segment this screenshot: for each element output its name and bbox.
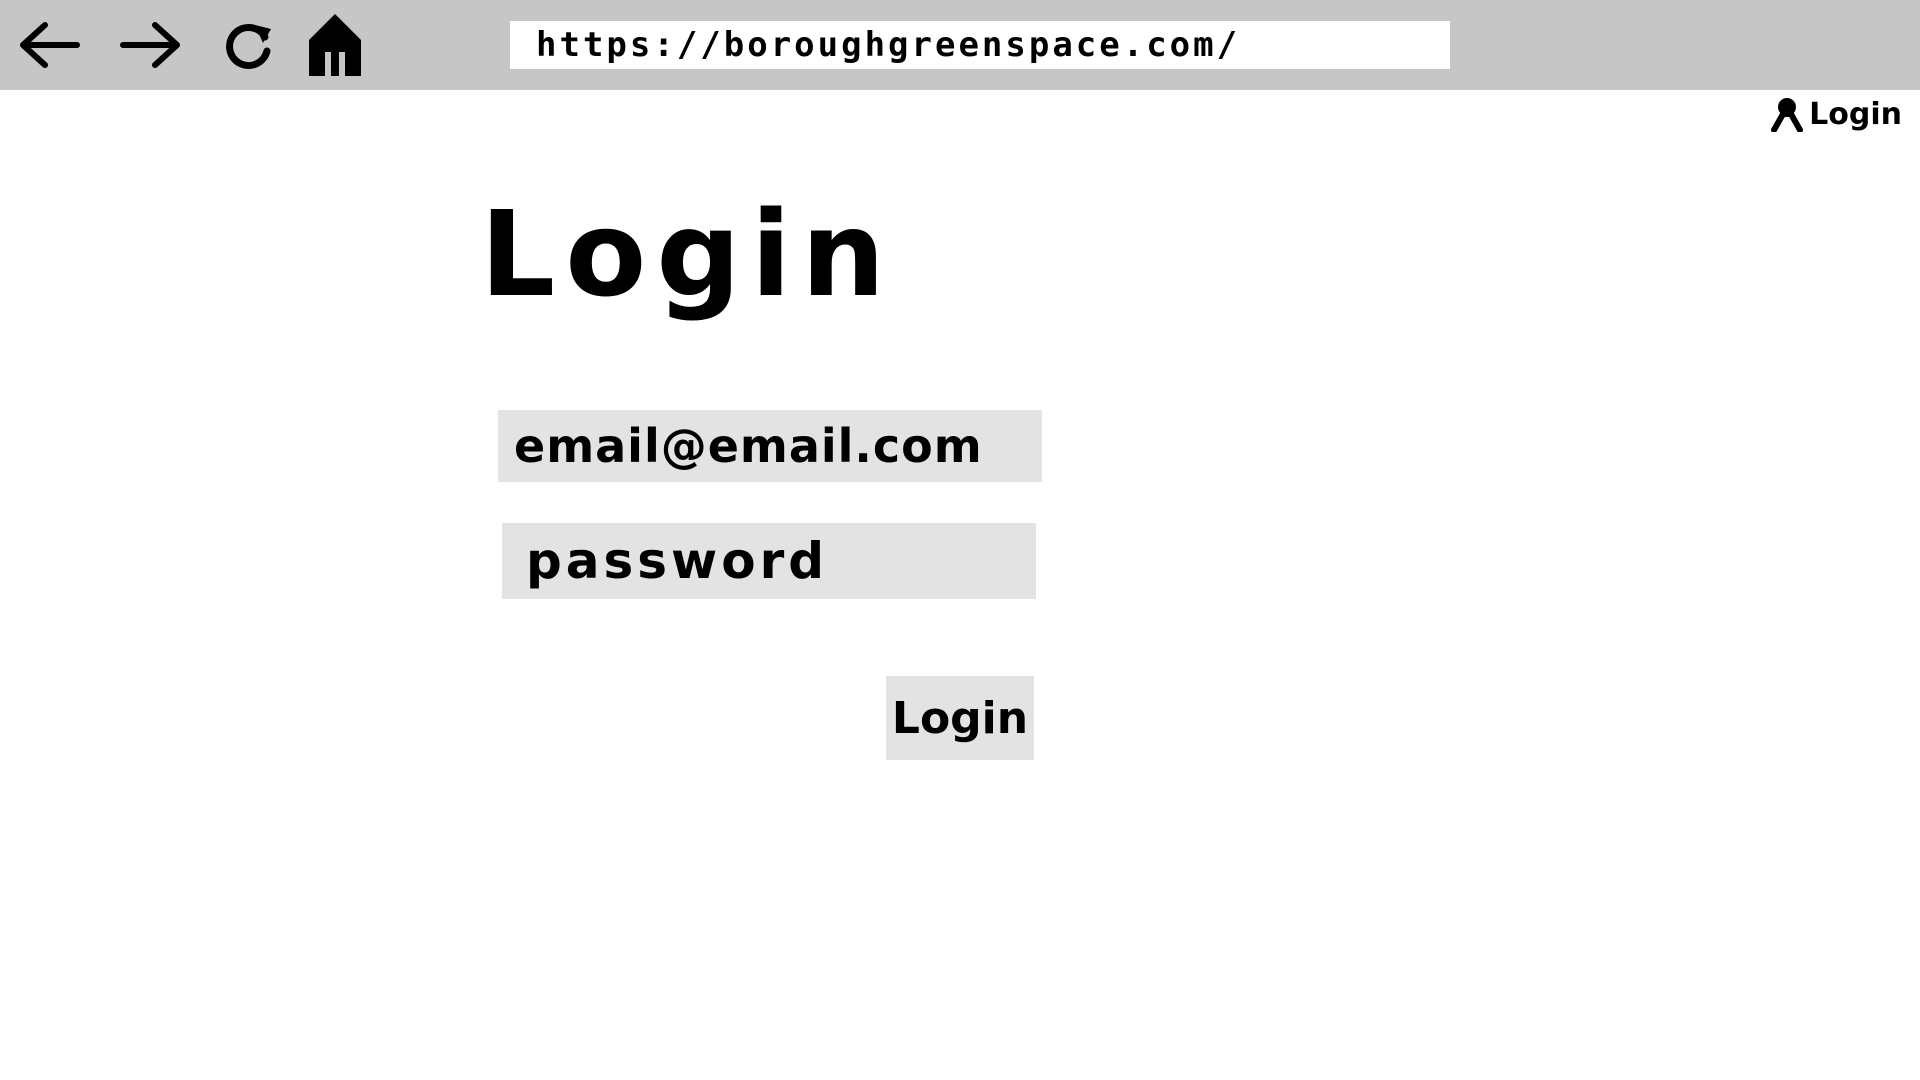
email-field-value: email@email.com: [514, 419, 983, 473]
login-submit-label: Login: [891, 692, 1029, 744]
address-bar[interactable]: https://boroughgreenspace.com/: [510, 21, 1450, 69]
login-submit-button[interactable]: Login: [886, 676, 1034, 760]
header-login-label: Login: [1809, 96, 1902, 132]
browser-toolbar: https://boroughgreenspace.com/: [0, 0, 1920, 90]
home-icon: [309, 14, 361, 76]
arrow-right-icon: [120, 22, 180, 68]
reload-icon: [226, 24, 271, 69]
home-button[interactable]: [300, 10, 370, 80]
reload-button[interactable]: [214, 10, 284, 80]
back-button[interactable]: [14, 10, 84, 80]
user-icon: [1771, 98, 1804, 132]
header-login-link[interactable]: Login: [1771, 92, 1902, 136]
password-field[interactable]: password: [502, 523, 1036, 599]
forward-button[interactable]: [116, 10, 186, 80]
address-text: https://boroughgreenspace.com/: [536, 25, 1241, 65]
email-field[interactable]: email@email.com: [498, 410, 1042, 482]
arrow-left-icon: [20, 22, 80, 68]
password-field-value: password: [526, 532, 829, 590]
page-title: Login: [480, 185, 896, 323]
